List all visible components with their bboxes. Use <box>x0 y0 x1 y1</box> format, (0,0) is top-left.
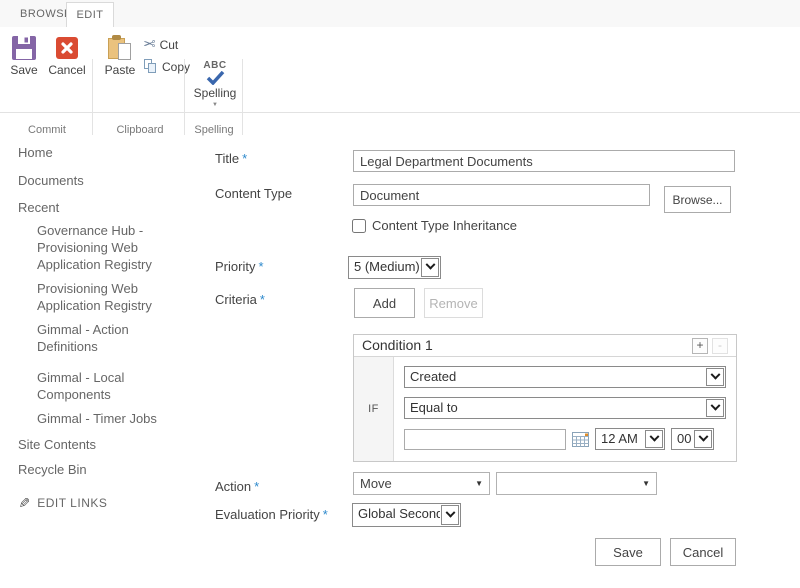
browse-button[interactable]: Browse... <box>664 186 731 213</box>
evaluation-priority-field-label: Evaluation Priority* <box>215 507 328 522</box>
action-select-value: Move <box>360 476 392 491</box>
ribbon-paste-button[interactable]: Paste <box>100 35 140 77</box>
condition-minute-select[interactable]: 00 <box>671 428 714 450</box>
paste-clipboard-icon <box>107 35 133 61</box>
ribbon-spelling-button[interactable]: ABC Spelling ▼ <box>190 60 240 108</box>
sidebar-item-provisioning-registry[interactable]: Provisioning Web Application Registry <box>37 280 189 314</box>
dropdown-triangle-icon: ▼ <box>475 479 483 488</box>
save-floppy-icon <box>11 35 37 61</box>
sidebar-item-home[interactable]: Home <box>18 144 53 161</box>
form-cancel-button[interactable]: Cancel <box>670 538 736 566</box>
condition-minute-value: 00 <box>672 429 693 449</box>
group-separator <box>242 59 243 135</box>
condition-title: Condition 1 <box>362 337 433 353</box>
spelling-dropdown-caret-icon: ▼ <box>190 102 240 108</box>
required-asterisk: * <box>254 479 259 494</box>
content-type-inheritance-checkbox[interactable] <box>352 219 366 233</box>
cancel-x-icon <box>54 35 80 61</box>
chevron-down-icon <box>645 430 663 448</box>
ribbon-save-button[interactable]: Save <box>6 35 42 77</box>
pencil-icon: ✎ <box>18 496 30 510</box>
sidebar-item-gimmal-timer-jobs[interactable]: Gimmal - Timer Jobs <box>37 410 189 427</box>
spelling-label: Spelling <box>190 86 240 100</box>
condition-panel: Condition 1 + - IF Created Equal to <box>353 334 737 462</box>
condition-field-value: Created <box>405 367 705 387</box>
condition-header: Condition 1 + - <box>354 335 736 357</box>
sidebar-item-recycle-bin[interactable]: Recycle Bin <box>18 461 87 478</box>
cancel-label: Cancel <box>46 63 88 77</box>
form-save-button[interactable]: Save <box>595 538 661 566</box>
action-target-select[interactable]: ▼ <box>496 472 657 495</box>
abc-text: ABC <box>190 60 240 71</box>
content-type-input[interactable] <box>353 184 650 206</box>
calendar-icon[interactable] <box>572 431 589 448</box>
content-type-field-label: Content Type <box>215 186 292 201</box>
ribbon-tabstrip: BROWSE EDIT <box>0 0 800 27</box>
group-separator <box>92 59 93 135</box>
chevron-down-icon <box>706 368 724 386</box>
edit-links-label: EDIT LINKS <box>37 496 107 510</box>
evaluation-priority-value: Global Secondary <box>353 504 440 526</box>
priority-select-value: 5 (Medium) <box>349 257 420 278</box>
condition-field-select[interactable]: Created <box>404 366 726 388</box>
group-label-commit: Commit <box>6 124 88 136</box>
condition-hour-value: 12 AM <box>596 429 644 449</box>
required-asterisk: * <box>323 507 328 522</box>
content-type-inheritance-label: Content Type Inheritance <box>372 218 517 233</box>
group-label-spelling: Spelling <box>188 124 240 136</box>
copy-label: Copy <box>162 60 190 74</box>
condition-operator-value: Equal to <box>405 398 705 418</box>
condition-fields: Created Equal to 12 AM 00 <box>394 357 736 461</box>
edit-links-button[interactable]: ✎ EDIT LINKS <box>18 496 107 510</box>
criteria-remove-button[interactable]: Remove <box>424 288 483 318</box>
chevron-down-icon <box>421 258 439 277</box>
criteria-field-label: Criteria* <box>215 292 265 307</box>
sidebar-item-gimmal-action-definitions[interactable]: Gimmal - Action Definitions <box>37 321 189 355</box>
chevron-down-icon <box>706 399 724 417</box>
priority-select[interactable]: 5 (Medium) <box>348 256 441 279</box>
if-label: IF <box>354 357 394 461</box>
required-asterisk: * <box>260 292 265 307</box>
tab-edit[interactable]: EDIT <box>66 2 114 27</box>
group-separator <box>184 59 185 135</box>
tab-browse[interactable]: BROWSE <box>20 8 72 20</box>
paste-label: Paste <box>100 63 140 77</box>
sidebar-item-documents[interactable]: Documents <box>18 172 84 189</box>
ribbon-body: Save Cancel Paste ✂ Cut Copy ABC Spellin… <box>0 27 800 113</box>
chevron-down-icon <box>441 505 459 525</box>
condition-date-input[interactable] <box>404 429 566 450</box>
save-label: Save <box>6 63 42 77</box>
cut-label: Cut <box>160 38 179 52</box>
copy-pages-icon <box>143 59 158 74</box>
title-input[interactable] <box>353 150 735 172</box>
title-field-label: Title* <box>215 151 247 166</box>
evaluation-priority-select[interactable]: Global Secondary <box>352 503 461 527</box>
action-select[interactable]: Move ▼ <box>353 472 490 495</box>
condition-remove-button[interactable]: - <box>712 338 728 354</box>
spellcheck-checkmark-icon <box>205 71 225 85</box>
criteria-add-button[interactable]: Add <box>354 288 415 318</box>
chevron-down-icon <box>694 430 712 448</box>
sidebar-item-recent[interactable]: Recent <box>18 199 59 216</box>
dropdown-triangle-icon: ▼ <box>642 479 650 488</box>
action-field-label: Action* <box>215 479 259 494</box>
condition-add-button[interactable]: + <box>692 338 708 354</box>
condition-hour-select[interactable]: 12 AM <box>595 428 665 450</box>
scissors-icon: ✂ <box>143 37 156 52</box>
group-label-clipboard: Clipboard <box>100 124 180 136</box>
condition-operator-select[interactable]: Equal to <box>404 397 726 419</box>
sidebar-item-site-contents[interactable]: Site Contents <box>18 436 96 453</box>
required-asterisk: * <box>258 259 263 274</box>
sidebar-item-gimmal-local-components[interactable]: Gimmal - Local Components <box>37 369 189 403</box>
priority-field-label: Priority* <box>215 259 264 274</box>
sidebar-item-governance-hub-provisioning[interactable]: Governance Hub - Provisioning Web Applic… <box>37 222 189 273</box>
ribbon-copy-button[interactable]: Copy <box>143 59 190 74</box>
ribbon-cancel-button[interactable]: Cancel <box>46 35 88 77</box>
ribbon-cut-button[interactable]: ✂ Cut <box>143 37 178 52</box>
required-asterisk: * <box>242 151 247 166</box>
